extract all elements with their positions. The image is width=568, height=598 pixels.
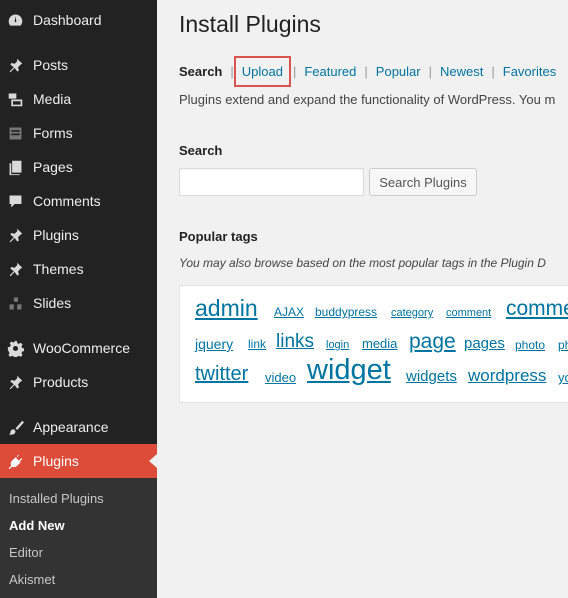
tag-link[interactable]: comme bbox=[506, 297, 568, 321]
tag-link[interactable]: page bbox=[409, 330, 456, 354]
menu-pages[interactable]: Pages bbox=[0, 150, 157, 184]
submenu-add-new[interactable]: Add New bbox=[9, 518, 65, 533]
popular-tags-heading: Popular tags bbox=[179, 229, 258, 244]
popular-tags-intro: You may also browse based on the most po… bbox=[179, 256, 546, 270]
tab-favorites[interactable]: Favorites bbox=[503, 64, 556, 79]
menu-pages-label: Pages bbox=[33, 159, 73, 175]
menu-comments[interactable]: Comments bbox=[0, 184, 157, 218]
tag-link[interactable]: wordpress bbox=[468, 366, 546, 386]
tag-link[interactable]: category bbox=[391, 307, 433, 319]
menu-comments-label: Comments bbox=[33, 193, 101, 209]
brush-icon bbox=[6, 418, 24, 436]
page-title: Install Plugins bbox=[179, 11, 321, 37]
tag-link[interactable]: links bbox=[276, 331, 314, 353]
gear-icon bbox=[6, 339, 24, 357]
forms-icon bbox=[6, 124, 24, 142]
tag-link[interactable]: comment bbox=[446, 307, 491, 319]
menu-products-label: Products bbox=[33, 374, 89, 390]
tab-separator: | bbox=[364, 64, 368, 79]
pin-icon bbox=[6, 226, 24, 244]
slides-icon bbox=[6, 294, 24, 312]
upload-highlight-box: Upload bbox=[233, 56, 291, 87]
menu-products[interactable]: Products bbox=[0, 365, 157, 399]
tab-newest[interactable]: Newest bbox=[440, 64, 483, 79]
tag-link[interactable]: widgets bbox=[406, 368, 457, 385]
tab-search[interactable]: Search bbox=[179, 64, 222, 79]
submenu-editor[interactable]: Editor bbox=[9, 545, 43, 560]
dashboard-icon bbox=[6, 11, 24, 29]
tag-link[interactable]: buddypress bbox=[315, 305, 377, 319]
menu-plugins-cpt-label: Plugins bbox=[33, 227, 79, 243]
tag-link[interactable]: widget bbox=[307, 354, 391, 387]
menu-forms[interactable]: Forms bbox=[0, 116, 157, 150]
menu-posts-label: Posts bbox=[33, 57, 69, 73]
search-plugins-button[interactable]: Search Plugins bbox=[369, 168, 477, 196]
tag-link[interactable]: login bbox=[326, 339, 349, 351]
menu-media-label: Media bbox=[33, 91, 72, 107]
tag-link[interactable]: yo bbox=[558, 370, 568, 385]
tag-link[interactable]: AJAX bbox=[274, 305, 304, 319]
tag-link[interactable]: photo bbox=[515, 338, 545, 352]
tag-link[interactable]: jquery bbox=[195, 336, 233, 352]
tag-link[interactable]: video bbox=[265, 370, 296, 385]
intro-text: Plugins extend and expand the functional… bbox=[179, 92, 556, 107]
tab-separator: | bbox=[292, 64, 297, 79]
menu-plugins[interactable]: Plugins bbox=[0, 444, 157, 478]
plug-icon bbox=[6, 452, 24, 470]
tab-separator: | bbox=[491, 64, 495, 79]
menu-themes[interactable]: Themes bbox=[0, 252, 157, 286]
pin-icon bbox=[6, 373, 24, 391]
menu-slides[interactable]: Slides bbox=[0, 286, 157, 320]
search-input[interactable] bbox=[179, 168, 364, 196]
menu-media[interactable]: Media bbox=[0, 82, 157, 116]
pages-icon bbox=[6, 158, 24, 176]
tab-upload[interactable]: Upload bbox=[242, 64, 283, 79]
pin-icon bbox=[6, 260, 24, 278]
tag-link[interactable]: link bbox=[248, 337, 266, 351]
tag-link[interactable]: pages bbox=[464, 335, 505, 352]
pin-icon bbox=[6, 56, 24, 74]
menu-woocommerce-label: WooCommerce bbox=[33, 340, 130, 356]
search-label: Search bbox=[179, 143, 223, 158]
submenu-installed-plugins[interactable]: Installed Plugins bbox=[9, 491, 104, 506]
menu-appearance[interactable]: Appearance bbox=[0, 410, 157, 444]
submenu-akismet[interactable]: Akismet bbox=[9, 572, 55, 587]
tag-link[interactable]: admin bbox=[195, 295, 258, 322]
media-icon bbox=[6, 90, 24, 108]
tag-link[interactable]: media bbox=[362, 336, 397, 351]
menu-themes-label: Themes bbox=[33, 261, 84, 277]
tab-featured[interactable]: Featured bbox=[304, 64, 356, 79]
menu-appearance-label: Appearance bbox=[33, 419, 109, 435]
menu-dashboard[interactable]: Dashboard bbox=[0, 3, 157, 37]
install-tabs: Search | Upload | Featured | Popular | N… bbox=[179, 56, 556, 87]
main-content: Install Plugins Search | Upload | Featur… bbox=[157, 0, 568, 598]
menu-dashboard-label: Dashboard bbox=[33, 12, 102, 28]
tag-link[interactable]: twitter bbox=[195, 363, 248, 386]
menu-slides-label: Slides bbox=[33, 295, 72, 311]
admin-sidebar: Dashboard Posts Media Forms Pages Commen… bbox=[0, 0, 157, 598]
comments-icon bbox=[6, 192, 24, 210]
tag-link[interactable]: ph bbox=[558, 338, 568, 352]
menu-woocommerce[interactable]: WooCommerce bbox=[0, 331, 157, 365]
plugins-submenu: Installed Plugins Add New Editor Akismet bbox=[0, 478, 157, 598]
tab-separator: | bbox=[428, 64, 432, 79]
menu-forms-label: Forms bbox=[33, 125, 73, 141]
menu-plugins-label: Plugins bbox=[33, 453, 79, 469]
menu-plugins-cpt[interactable]: Plugins bbox=[0, 218, 157, 252]
menu-posts[interactable]: Posts bbox=[0, 48, 157, 82]
tab-popular[interactable]: Popular bbox=[376, 64, 421, 79]
tag-cloud: admin AJAX buddypress category comment c… bbox=[179, 285, 568, 403]
